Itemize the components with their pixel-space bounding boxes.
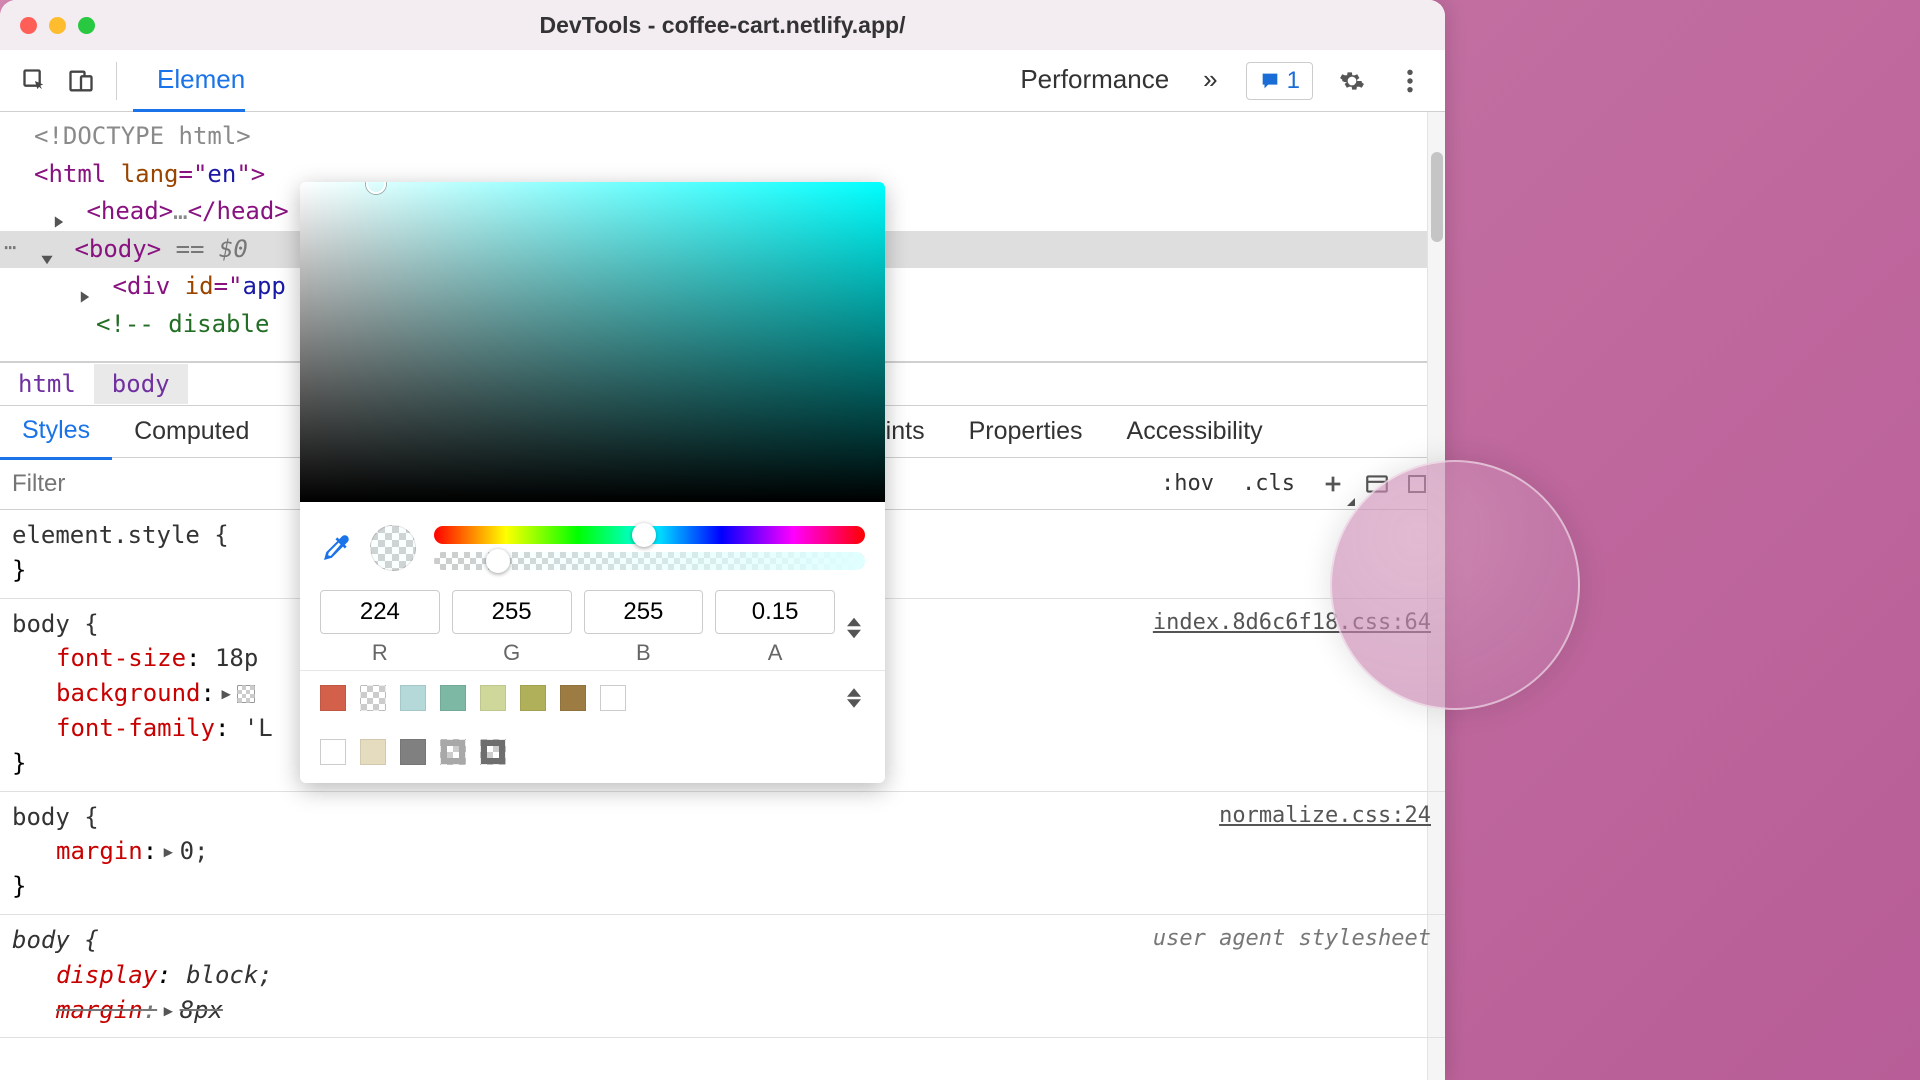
hue-slider[interactable] bbox=[434, 526, 865, 544]
chevron-down-icon bbox=[847, 629, 861, 639]
chevron-up-icon bbox=[847, 688, 861, 697]
maximize-window-button[interactable] bbox=[78, 17, 95, 34]
panel-icon bbox=[1364, 471, 1390, 497]
breadcrumb-html[interactable]: html bbox=[0, 364, 94, 404]
tab-computed[interactable]: Computed bbox=[112, 405, 271, 458]
palette-swatch[interactable] bbox=[360, 685, 386, 711]
alpha-thumb[interactable] bbox=[486, 549, 510, 573]
computed-sidebar-toggle[interactable] bbox=[1361, 468, 1393, 500]
separator bbox=[116, 62, 117, 100]
kebab-icon bbox=[1406, 68, 1414, 94]
main-toolbar: Elemen Performance » 1 bbox=[0, 50, 1445, 112]
chat-icon bbox=[1259, 70, 1281, 92]
hue-thumb[interactable] bbox=[632, 523, 656, 547]
tab-performance[interactable]: Performance bbox=[1020, 50, 1193, 112]
palette-swatch[interactable] bbox=[320, 685, 346, 711]
inspect-element-icon[interactable] bbox=[16, 62, 54, 100]
sv-cursor[interactable] bbox=[366, 182, 386, 194]
tab-elements[interactable]: Elemen bbox=[133, 50, 245, 112]
eyedropper-button[interactable] bbox=[320, 532, 352, 564]
palette-swatch[interactable] bbox=[320, 739, 346, 765]
breadcrumb-body[interactable]: body bbox=[94, 364, 188, 404]
palette-swatch[interactable] bbox=[520, 685, 546, 711]
palette-swatch[interactable] bbox=[400, 739, 426, 765]
dom-doctype: <!DOCTYPE html> bbox=[34, 122, 251, 150]
rule-body-normalize[interactable]: normalize.css:24 body { margin:▸0; } bbox=[0, 792, 1445, 915]
palette-mode-switch[interactable] bbox=[847, 688, 865, 708]
chevron-down-icon bbox=[847, 699, 861, 708]
panel-tabs: Elemen Performance » bbox=[133, 50, 1228, 112]
r-input[interactable] bbox=[320, 590, 440, 634]
expand-shorthand-icon[interactable]: ▸ bbox=[161, 834, 175, 869]
palette-swatch[interactable] bbox=[480, 739, 506, 765]
titlebar: DevTools - coffee-cart.netlify.app/ bbox=[0, 0, 1445, 50]
color-palette bbox=[300, 670, 885, 783]
g-label: G bbox=[452, 640, 572, 666]
eyedropper-icon bbox=[320, 532, 352, 564]
current-color-swatch bbox=[370, 525, 416, 571]
selected-indicator: ⋯ bbox=[4, 233, 16, 261]
palette-swatch[interactable] bbox=[400, 685, 426, 711]
collapse-triangle-icon[interactable] bbox=[40, 243, 54, 257]
tab-properties[interactable]: Properties bbox=[947, 405, 1105, 458]
palette-swatch[interactable] bbox=[480, 685, 506, 711]
palette-swatch[interactable] bbox=[440, 739, 466, 765]
source-ua-label: user agent stylesheet bbox=[1153, 923, 1431, 955]
new-style-rule-button[interactable] bbox=[1313, 464, 1353, 504]
b-label: B bbox=[584, 640, 704, 666]
palette-swatch[interactable] bbox=[560, 685, 586, 711]
settings-button[interactable] bbox=[1333, 62, 1371, 100]
rule-body-ua[interactable]: user agent stylesheet body { display: bl… bbox=[0, 915, 1445, 1038]
color-swatch[interactable] bbox=[237, 685, 255, 703]
palette-swatch[interactable] bbox=[440, 685, 466, 711]
alpha-slider[interactable] bbox=[434, 552, 865, 570]
chevron-up-icon bbox=[847, 617, 861, 627]
issues-badge[interactable]: 1 bbox=[1246, 62, 1313, 100]
source-link[interactable]: index.8d6c6f18.css:64 bbox=[1153, 607, 1431, 639]
color-picker-popup: R G B A bbox=[300, 182, 885, 783]
expand-triangle-icon[interactable] bbox=[78, 280, 92, 294]
r-label: R bbox=[320, 640, 440, 666]
device-toolbar-icon[interactable] bbox=[62, 62, 100, 100]
g-input[interactable] bbox=[452, 590, 572, 634]
content: <!DOCTYPE html> <html lang="en"> <head>…… bbox=[0, 112, 1445, 1080]
palette-swatch[interactable] bbox=[360, 739, 386, 765]
expand-triangle-icon[interactable] bbox=[52, 205, 66, 219]
expand-shorthand-icon[interactable]: ▸ bbox=[219, 676, 233, 711]
plus-icon bbox=[1322, 473, 1344, 495]
color-mode-switch[interactable] bbox=[847, 617, 865, 639]
toggle-cls-button[interactable]: .cls bbox=[1232, 467, 1305, 500]
toggle-hover-button[interactable]: :hov bbox=[1151, 467, 1224, 500]
a-input[interactable] bbox=[715, 590, 835, 634]
minimize-window-button[interactable] bbox=[49, 17, 66, 34]
window-title: DevTools - coffee-cart.netlify.app/ bbox=[0, 12, 1445, 39]
a-label: A bbox=[715, 640, 835, 666]
gear-icon bbox=[1339, 68, 1365, 94]
saturation-value-field[interactable] bbox=[300, 182, 885, 502]
window-controls bbox=[20, 17, 95, 34]
close-window-button[interactable] bbox=[20, 17, 37, 34]
more-options-button[interactable] bbox=[1391, 62, 1429, 100]
b-input[interactable] bbox=[584, 590, 704, 634]
tabs-overflow-button[interactable]: » bbox=[1193, 50, 1227, 112]
issues-count: 1 bbox=[1287, 67, 1300, 95]
source-link[interactable]: normalize.css:24 bbox=[1219, 800, 1431, 832]
tab-accessibility[interactable]: Accessibility bbox=[1105, 405, 1285, 458]
palette-swatch[interactable] bbox=[600, 685, 626, 711]
devtools-window: DevTools - coffee-cart.netlify.app/ Elem… bbox=[0, 0, 1445, 1080]
tab-styles[interactable]: Styles bbox=[0, 404, 112, 460]
